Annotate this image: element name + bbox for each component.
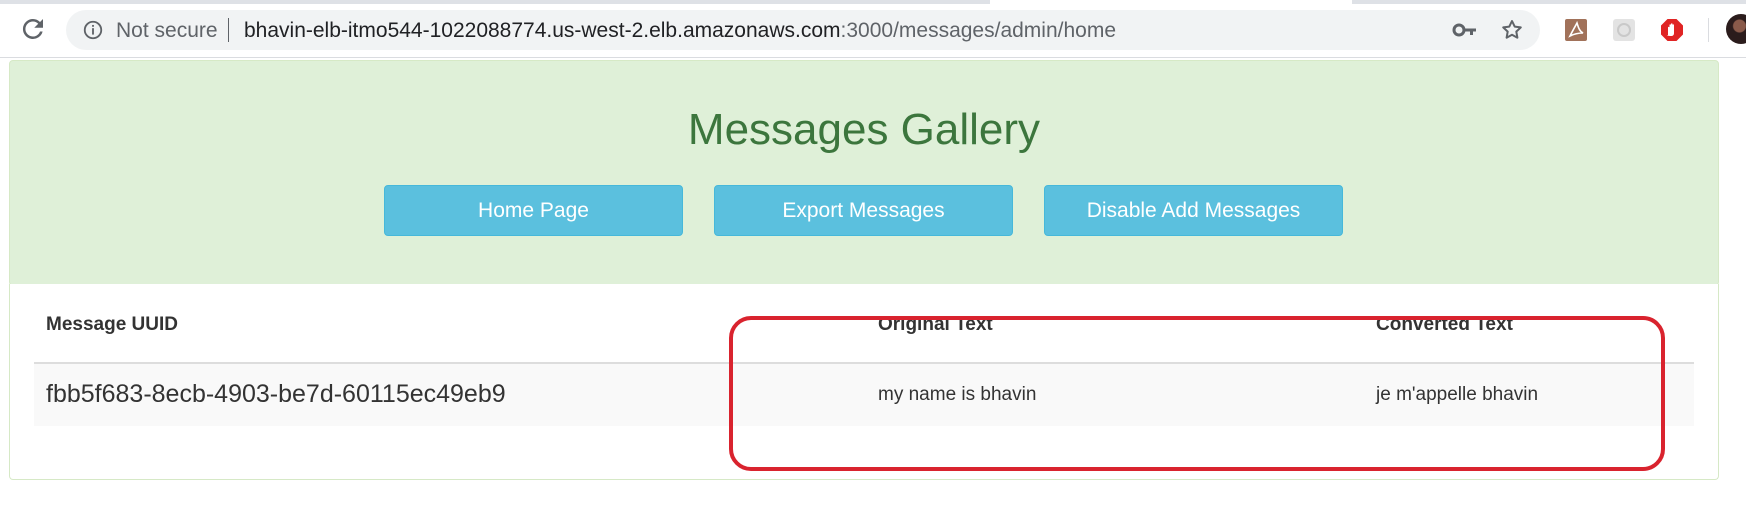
pdf-extension-icon[interactable]	[1564, 18, 1588, 42]
page-title: Messages Gallery	[687, 105, 1041, 154]
profile-avatar[interactable]	[1726, 14, 1746, 44]
home-page-button[interactable]: Home Page	[384, 185, 683, 236]
toolbar-separator	[1708, 18, 1709, 42]
browser-toolbar: Not secure bhavin-elb-itmo544-1022088774…	[0, 0, 1746, 58]
star-icon[interactable]	[1500, 18, 1524, 42]
red-highlight-annotation	[729, 316, 1665, 471]
disable-add-messages-button[interactable]: Disable Add Messages	[1044, 185, 1343, 236]
key-icon[interactable]	[1452, 20, 1478, 40]
address-divider	[228, 18, 229, 42]
url-text[interactable]: bhavin-elb-itmo544-1022088774.us-west-2.…	[244, 19, 1116, 43]
info-icon[interactable]	[82, 19, 104, 41]
address-bar[interactable]: Not secure bhavin-elb-itmo544-1022088774…	[66, 10, 1540, 50]
grey-extension-icon[interactable]	[1612, 18, 1636, 42]
cell-message-uuid: fbb5f683-8ecb-4903-be7d-60115ec49eb9	[46, 380, 506, 408]
header-jumbotron: Messages Gallery Home Page Export Messag…	[9, 60, 1719, 286]
tab-strip	[0, 0, 990, 4]
reload-icon[interactable]	[18, 14, 48, 44]
url-host: bhavin-elb-itmo544-1022088774.us-west-2.…	[244, 19, 841, 42]
stop-extension-icon[interactable]	[1660, 18, 1684, 42]
column-header-uuid: Message UUID	[46, 314, 178, 335]
tab-strip	[1352, 0, 1746, 4]
export-messages-button[interactable]: Export Messages	[714, 185, 1013, 236]
security-label[interactable]: Not secure	[116, 19, 218, 43]
url-path: :3000/messages/admin/home	[840, 19, 1117, 42]
